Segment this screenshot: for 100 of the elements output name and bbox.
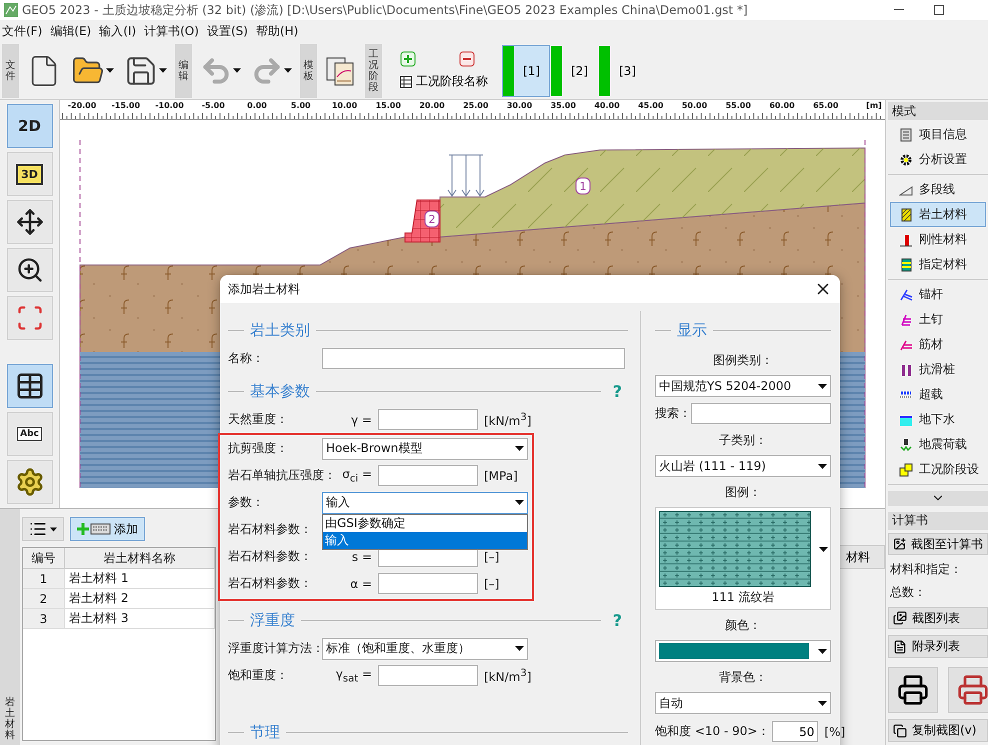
- symbol-label: s =: [352, 550, 372, 564]
- caret-icon: [818, 700, 827, 706]
- stage-tab[interactable]: [2]: [550, 44, 598, 96]
- menu-item[interactable]: 计算书(O): [144, 22, 199, 40]
- mode-item[interactable]: 分析设置: [890, 147, 986, 172]
- move-icon: [16, 208, 44, 236]
- ruler-label: 40.00: [593, 101, 621, 110]
- minimize-icon[interactable]: [894, 9, 904, 11]
- panel-tab[interactable]: 岩土材料: [0, 509, 20, 745]
- document-icon: [899, 128, 913, 142]
- settings-button[interactable]: [6, 460, 52, 504]
- stage-name-button[interactable]: 工况阶段名称: [400, 73, 488, 90]
- list-icon: [29, 520, 47, 538]
- menu-item[interactable]: 帮助(H): [256, 22, 298, 40]
- unit-label: [MPa]: [484, 468, 518, 482]
- field-label: 抗剪强度：: [228, 440, 289, 457]
- remove-stage-icon[interactable]: [459, 51, 475, 67]
- report-button[interactable]: 复制截图(v): [888, 719, 988, 742]
- table-cell: 岩土材料 1: [65, 569, 215, 589]
- caret-icon: [106, 68, 114, 73]
- report-button[interactable]: 附录列表: [888, 635, 988, 658]
- print-preview-button[interactable]: [948, 667, 988, 714]
- mode-item[interactable]: 筋材: [890, 332, 986, 358]
- column-header[interactable]: 编号: [23, 548, 65, 569]
- dropdown-select[interactable]: 自动: [655, 692, 831, 714]
- number-field[interactable]: 50: [772, 721, 818, 742]
- stat-label: 材料和指定：: [889, 561, 963, 578]
- menu-item[interactable]: 编辑(E): [50, 22, 92, 40]
- mode-item[interactable]: 超载: [890, 382, 986, 408]
- add-stage-icon[interactable]: [400, 51, 416, 67]
- mode-item[interactable]: 土钉: [890, 307, 986, 332]
- mode-item[interactable]: 岩土材料: [890, 202, 986, 228]
- section-title: 节理: [250, 722, 280, 742]
- mode-item[interactable]: 刚性材料: [890, 227, 986, 252]
- mode-item[interactable]: 工况阶段设: [890, 457, 986, 482]
- dropdown-select[interactable]: Hoek-Brown模型: [322, 438, 528, 460]
- caret-icon: [819, 546, 828, 552]
- mode-item[interactable]: 多段线: [890, 177, 986, 202]
- nail-icon: [899, 312, 913, 327]
- maximize-icon[interactable]: [934, 5, 944, 15]
- list-menu-button[interactable]: [22, 517, 64, 541]
- dropdown-select[interactable]: 输入: [322, 492, 528, 514]
- field-label: 岩石材料参数：: [228, 521, 312, 538]
- dropdown-select[interactable]: 火山岩 (111 - 119): [655, 455, 831, 477]
- search-field[interactable]: [691, 402, 831, 424]
- field-label: 岩石单轴抗压强度：: [228, 466, 336, 484]
- document-icon: [893, 640, 907, 654]
- symbol-label: α =: [350, 576, 372, 590]
- mode-item[interactable]: 指定材料: [890, 252, 986, 278]
- table-icon: [14, 371, 44, 401]
- zoom-button[interactable]: [6, 248, 52, 292]
- print-button[interactable]: [888, 667, 938, 714]
- 3d-view-button[interactable]: 3D: [6, 152, 52, 196]
- section-title: 显示: [677, 320, 707, 340]
- number-field[interactable]: [378, 465, 478, 486]
- mode-item[interactable]: 锚杆: [890, 282, 986, 308]
- number-field[interactable]: [378, 409, 478, 430]
- name-field[interactable]: [322, 348, 625, 369]
- 2d-view-button[interactable]: 2D: [6, 104, 52, 148]
- pattern-caption: 111 流纹岩: [710, 589, 776, 606]
- table-cell: 1: [23, 569, 65, 589]
- stage-tab[interactable]: [3]: [598, 44, 646, 96]
- legend-pattern-picker[interactable]: 111 流纹岩: [655, 507, 831, 610]
- report-button[interactable]: 截图列表: [888, 606, 988, 630]
- dropdown-select[interactable]: 中国规范YS 5204-2000: [655, 375, 831, 397]
- mode-item[interactable]: 地下水: [890, 407, 986, 432]
- menu-item[interactable]: 设置(S): [206, 22, 248, 40]
- number-field[interactable]: [378, 665, 478, 686]
- color-select[interactable]: [655, 640, 831, 662]
- unit-label: [kN/m$^{3}$]: [484, 412, 532, 428]
- stage-tab[interactable]: [1]: [502, 44, 550, 96]
- caret-icon: [50, 526, 57, 532]
- field-label: 岩石材料参数：: [228, 575, 312, 592]
- caret-icon: [818, 648, 827, 654]
- mode-item[interactable]: 抗滑桩: [890, 357, 986, 382]
- move-button[interactable]: [6, 200, 52, 244]
- number-field[interactable]: [378, 573, 478, 594]
- field-label: 浮重度计算方法：: [228, 640, 322, 657]
- field-label: 岩石材料参数：: [228, 548, 312, 565]
- mode-item[interactable]: 地震荷载: [890, 432, 986, 458]
- mode-item[interactable]: 项目信息: [890, 122, 986, 148]
- field-label: 天然重度：: [228, 411, 288, 428]
- fit-view-button[interactable]: [6, 296, 52, 340]
- panel-title: 计算书: [892, 512, 928, 530]
- column-header[interactable]: 岩土材料名称: [65, 548, 215, 569]
- field-label: 名称：: [228, 350, 265, 367]
- images-icon: [893, 611, 907, 625]
- add-row-icon: [77, 522, 111, 536]
- copy-icon: [893, 724, 907, 738]
- add-button[interactable]: 添加: [70, 517, 145, 541]
- table-button[interactable]: [6, 364, 52, 408]
- dropdown-option[interactable]: 输入: [323, 532, 527, 548]
- earthquake-icon: [899, 438, 913, 452]
- menu-item[interactable]: 输入(I): [99, 22, 136, 40]
- text-style-button[interactable]: Abc: [6, 412, 52, 456]
- material-button[interactable]: 材料: [839, 545, 885, 569]
- menu-item[interactable]: 文件(F): [2, 22, 42, 40]
- dropdown-select[interactable]: 标准（饱和重度、水重度）: [322, 638, 528, 660]
- ruler-label: -10.00: [154, 101, 185, 110]
- report-button[interactable]: 截图至计算书: [888, 532, 988, 556]
